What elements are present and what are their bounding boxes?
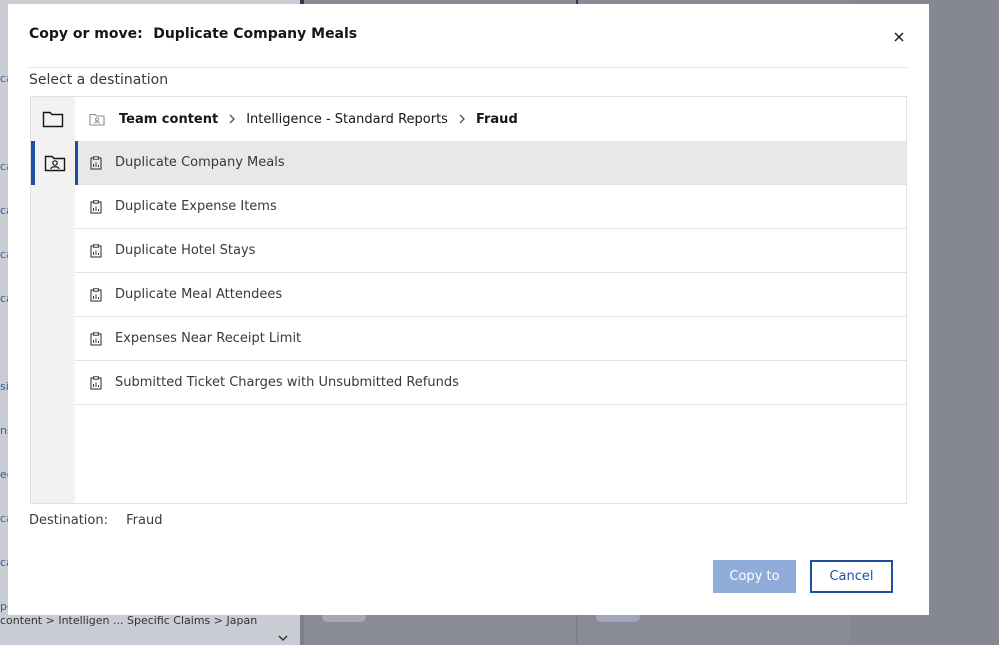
list-item-label: Duplicate Hotel Stays [115, 243, 256, 258]
team-folder-icon [89, 113, 105, 126]
list-item[interactable]: Duplicate Hotel Stays [75, 229, 906, 273]
breadcrumb-fraud: Fraud [475, 111, 518, 127]
cancel-button[interactable]: Cancel [810, 560, 893, 593]
background-row-text: ca [0, 72, 8, 84]
dialog-title-item-name: Duplicate Company Meals [153, 26, 358, 42]
location-rail [31, 97, 75, 503]
background-row-text: sig [0, 380, 8, 392]
chevron-right-icon [228, 114, 236, 124]
close-button[interactable] [890, 28, 908, 46]
background-row-text: ca [0, 160, 8, 172]
background-breadcrumb: content > Intelligen ... Specific Claims… [0, 614, 258, 627]
background-row-text: ns [0, 424, 8, 436]
list-item-label: Duplicate Expense Items [115, 199, 277, 214]
rail-my-content-button[interactable] [31, 141, 75, 185]
destination-browser: Team content Intelligence - Standard Rep… [30, 96, 907, 504]
close-icon [894, 32, 904, 42]
background-row-text: ec [0, 468, 8, 480]
report-icon [89, 199, 103, 214]
list-item-label: Duplicate Company Meals [115, 155, 285, 170]
background-row-text: ca [0, 512, 8, 524]
breadcrumb: Team content Intelligence - Standard Rep… [75, 97, 906, 141]
chevron-right-icon [458, 114, 466, 124]
background-row-text: ca [0, 556, 8, 568]
folder-icon [42, 111, 64, 128]
breadcrumb-team-content[interactable]: Team content [119, 112, 218, 127]
header-divider [29, 67, 907, 68]
report-icon [89, 155, 103, 170]
report-icon [89, 243, 103, 258]
list-item-label: Submitted Ticket Charges with Unsubmitte… [115, 375, 459, 390]
destination-list: Duplicate Company Meals Duplicate Expens… [75, 141, 906, 405]
list-item-label: Duplicate Meal Attendees [115, 287, 283, 302]
select-destination-label: Select a destination [29, 72, 169, 88]
list-item[interactable]: Expenses Near Receipt Limit [75, 317, 906, 361]
background-row-text: ca [0, 248, 8, 260]
report-icon [89, 375, 103, 390]
dialog-title: Copy or move: Duplicate Company Meals [29, 26, 357, 42]
copy-to-button[interactable]: Copy to [713, 560, 796, 593]
list-item[interactable]: Submitted Ticket Charges with Unsubmitte… [75, 361, 906, 405]
background-row-text: ca [0, 292, 8, 304]
destination-value: Fraud [126, 513, 163, 528]
list-item[interactable]: Duplicate Company Meals [75, 141, 906, 185]
destination-label: Destination: [29, 513, 108, 528]
report-icon [89, 331, 103, 346]
rail-folder-button[interactable] [31, 97, 75, 141]
copy-move-dialog: Copy or move: Duplicate Company Meals Se… [8, 4, 929, 615]
background-row-text: ca [0, 204, 8, 216]
dialog-title-prefix: Copy or move: [29, 26, 143, 42]
list-item-label: Expenses Near Receipt Limit [115, 331, 302, 346]
list-item[interactable]: Duplicate Expense Items [75, 185, 906, 229]
report-icon [89, 287, 103, 302]
destination-summary: Destination: Fraud [29, 513, 162, 528]
chevron-down-icon [278, 632, 288, 645]
list-item[interactable]: Duplicate Meal Attendees [75, 273, 906, 317]
user-folder-icon [44, 155, 66, 172]
background-row-text: pe [0, 600, 8, 612]
breadcrumb-standard-reports[interactable]: Intelligence - Standard Reports [246, 112, 448, 127]
